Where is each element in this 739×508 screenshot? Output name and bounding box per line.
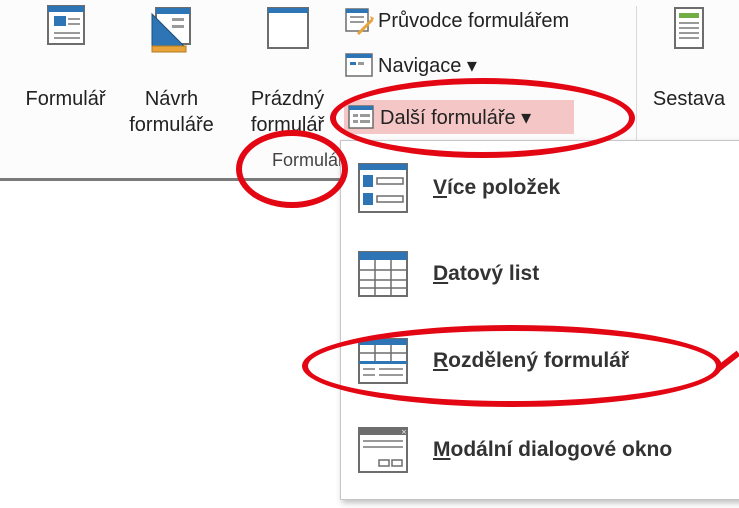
menu-item-modal-dialog-label: Modální dialogové okno [433, 438, 673, 461]
navigation-label: Navigace ▾ [378, 54, 477, 77]
modal-dialog-icon: × [358, 427, 408, 473]
more-forms-dropdown: Více položek Datový list Rozdělený formu… [340, 140, 739, 500]
navigation-button[interactable]: Navigace ▾ [344, 48, 477, 82]
wizard-icon [345, 8, 374, 36]
form-icon [46, 5, 85, 45]
multiple-items-icon [358, 163, 408, 213]
report-label: Sestava [652, 88, 726, 110]
datasheet-icon [358, 251, 408, 297]
form-button-label: Formulář [25, 88, 106, 110]
menu-item-multiple-items-label: Více položek [433, 176, 561, 199]
annotation-ellipse-split-form [302, 325, 722, 407]
menu-item-modal-dialog[interactable]: × Modální dialogové okno [341, 420, 739, 480]
blank-form-button[interactable]: Prázdný formulář [240, 0, 335, 136]
annotation-ellipse-more-forms [330, 78, 635, 158]
report-icon [674, 7, 704, 49]
form-design-label-2: formuláře [129, 114, 214, 136]
report-button[interactable]: Sestava [644, 0, 734, 110]
annotation-ellipse-group-label [236, 130, 348, 208]
navigation-icon [345, 53, 373, 77]
form-wizard-button[interactable]: Průvodce formulářem [344, 4, 569, 38]
menu-item-datasheet-label: Datový list [433, 262, 540, 285]
svg-text:×: × [401, 428, 407, 436]
form-design-button[interactable]: Návrh formuláře [124, 0, 219, 136]
blank-form-label-1: Prázdný [250, 88, 325, 110]
form-design-icon [151, 7, 191, 53]
form-button[interactable]: Formulář [18, 0, 113, 110]
menu-item-multiple-items[interactable]: Více položek [341, 158, 739, 218]
form-wizard-label: Průvodce formulářem [378, 9, 570, 32]
menu-item-datasheet[interactable]: Datový list [341, 244, 739, 304]
blank-form-icon [266, 7, 309, 49]
form-design-label-1: Návrh [144, 88, 199, 110]
